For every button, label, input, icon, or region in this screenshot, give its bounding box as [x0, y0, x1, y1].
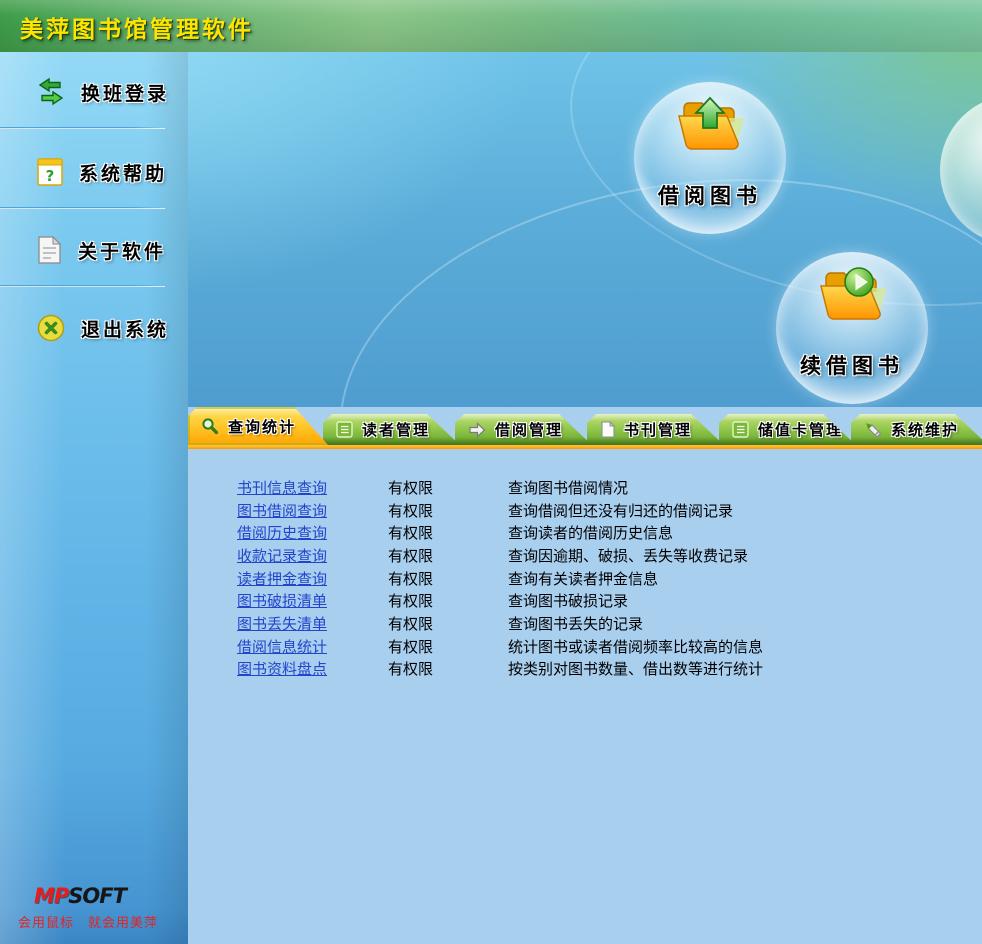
sidebar-item-exit[interactable]: 退出系统 — [0, 300, 188, 356]
permission-cell: 有权限 — [388, 545, 508, 566]
sidebar-item-about[interactable]: 关于软件 — [0, 222, 188, 278]
bubble-label: 借阅图书 — [634, 180, 786, 210]
table-row: 读者押金查询 有权限 查询有关读者押金信息 — [188, 567, 982, 590]
sidebar-item-system-help[interactable]: ? 系统帮助 — [0, 144, 188, 200]
folder-renew-icon — [812, 264, 892, 330]
sidebar-divider — [0, 127, 165, 129]
bubble-label: 续借图书 — [776, 350, 928, 380]
link-lost-books-list[interactable]: 图书丢失清单 — [237, 613, 388, 634]
description-cell: 统计图书或读者借阅频率比较高的信息 — [508, 636, 982, 657]
reader-list-icon — [336, 421, 353, 438]
link-reader-deposit-query[interactable]: 读者押金查询 — [237, 568, 388, 589]
sidebar-item-label: 系统帮助 — [79, 159, 167, 186]
swap-arrows-icon — [36, 77, 66, 107]
description-cell: 查询图书丢失的记录 — [508, 613, 982, 634]
link-book-inventory[interactable]: 图书资料盘点 — [237, 658, 388, 679]
query-links-table: 书刊信息查询 有权限 查询图书借阅情况 图书借阅查询 有权限 查询借阅但还没有归… — [188, 449, 982, 680]
description-cell: 查询图书借阅情况 — [508, 477, 982, 498]
tab-label: 借阅管理 — [495, 419, 563, 440]
renew-books-button[interactable]: 续借图书 — [776, 252, 928, 404]
table-row: 图书丢失清单 有权限 查询图书丢失的记录 — [188, 612, 982, 635]
table-row: 图书资料盘点 有权限 按类别对图书数量、借出数等进行统计 — [188, 658, 982, 681]
tab-label: 读者管理 — [362, 419, 430, 440]
app-title: 美萍图书馆管理软件 — [20, 10, 254, 44]
link-book-borrow-query[interactable]: 图书借阅查询 — [237, 500, 388, 521]
tab-label: 储值卡管理 — [758, 419, 843, 440]
content-panel: 书刊信息查询 有权限 查询图书借阅情况 图书借阅查询 有权限 查询借阅但还没有归… — [188, 449, 982, 944]
permission-cell: 有权限 — [388, 658, 508, 679]
description-cell: 查询读者的借阅历史信息 — [508, 522, 982, 543]
link-book-info-query[interactable]: 书刊信息查询 — [237, 477, 388, 498]
borrow-books-button[interactable]: 借阅图书 — [634, 82, 786, 234]
permission-cell: 有权限 — [388, 500, 508, 521]
folder-borrow-icon — [670, 94, 750, 160]
tab-reader-management[interactable]: 读者管理 — [323, 414, 460, 445]
table-row: 借阅信息统计 有权限 统计图书或读者借阅频率比较高的信息 — [188, 635, 982, 658]
table-row: 图书破损清单 有权限 查询图书破损记录 — [188, 589, 982, 612]
logo-mp: MP — [34, 884, 68, 908]
tab-bar: 查询统计 读者管理 借阅管理 — [188, 407, 982, 445]
table-row: 书刊信息查询 有权限 查询图书借阅情况 — [188, 476, 982, 499]
help-notepad-icon: ? — [36, 157, 64, 187]
description-cell: 查询借阅但还没有归还的借阅记录 — [508, 500, 982, 521]
permission-cell: 有权限 — [388, 568, 508, 589]
link-payment-records-query[interactable]: 收款记录查询 — [237, 545, 388, 566]
slogan-text: 会用鼠标 就会用美萍 — [18, 912, 158, 931]
tab-label: 查询统计 — [228, 416, 296, 437]
sidebar-item-label: 退出系统 — [81, 315, 169, 342]
description-cell: 按类别对图书数量、借出数等进行统计 — [508, 658, 982, 679]
permission-cell: 有权限 — [388, 477, 508, 498]
description-cell: 查询图书破损记录 — [508, 590, 982, 611]
tab-book-management[interactable]: 书刊管理 — [587, 414, 724, 445]
tab-label: 书刊管理 — [624, 419, 692, 440]
sidebar: 换班登录 ? 系统帮助 — [0, 52, 188, 944]
sidebar-divider — [0, 207, 165, 209]
permission-cell: 有权限 — [388, 613, 508, 634]
magnifier-icon — [201, 417, 219, 435]
tab-query-statistics[interactable]: 查询统计 — [188, 407, 328, 445]
permission-cell: 有权限 — [388, 522, 508, 543]
brush-icon — [864, 421, 882, 439]
mpsoft-logo: MPSOFT — [34, 884, 126, 908]
permission-cell: 有权限 — [388, 590, 508, 611]
tab-label: 系统维护 — [891, 419, 959, 440]
hero-area: 借阅图书 续借图书 — [188, 52, 982, 407]
tab-borrow-management[interactable]: 借阅管理 — [455, 414, 592, 445]
arrow-right-icon — [468, 422, 486, 438]
description-cell: 查询有关读者押金信息 — [508, 568, 982, 589]
description-cell: 查询因逾期、破损、丢失等收费记录 — [508, 545, 982, 566]
permission-cell: 有权限 — [388, 636, 508, 657]
app-window: 美萍图书馆管理软件 换班登录 ? 系统帮助 — [0, 0, 982, 944]
logo-soft: SOFT — [68, 884, 126, 908]
exit-icon — [36, 313, 66, 343]
page-icon — [600, 421, 615, 438]
title-bar: 美萍图书馆管理软件 — [0, 0, 982, 52]
sidebar-divider — [0, 285, 165, 287]
table-row: 借阅历史查询 有权限 查询读者的借阅历史信息 — [188, 521, 982, 544]
tab-system-maintenance[interactable]: 系统维护 — [851, 414, 982, 445]
table-row: 收款记录查询 有权限 查询因逾期、破损、丢失等收费记录 — [188, 544, 982, 567]
card-list-icon — [732, 421, 749, 438]
sidebar-item-label: 换班登录 — [81, 79, 169, 106]
sidebar-item-label: 关于软件 — [78, 237, 166, 264]
table-row: 图书借阅查询 有权限 查询借阅但还没有归还的借阅记录 — [188, 499, 982, 522]
tab-stored-value-card[interactable]: 储值卡管理 — [719, 414, 856, 445]
document-icon — [36, 235, 63, 265]
link-damaged-books-list[interactable]: 图书破损清单 — [237, 590, 388, 611]
link-borrow-info-statistics[interactable]: 借阅信息统计 — [237, 636, 388, 657]
sidebar-item-shift-login[interactable]: 换班登录 — [0, 64, 188, 120]
link-borrow-history-query[interactable]: 借阅历史查询 — [237, 522, 388, 543]
svg-text:?: ? — [46, 167, 55, 185]
